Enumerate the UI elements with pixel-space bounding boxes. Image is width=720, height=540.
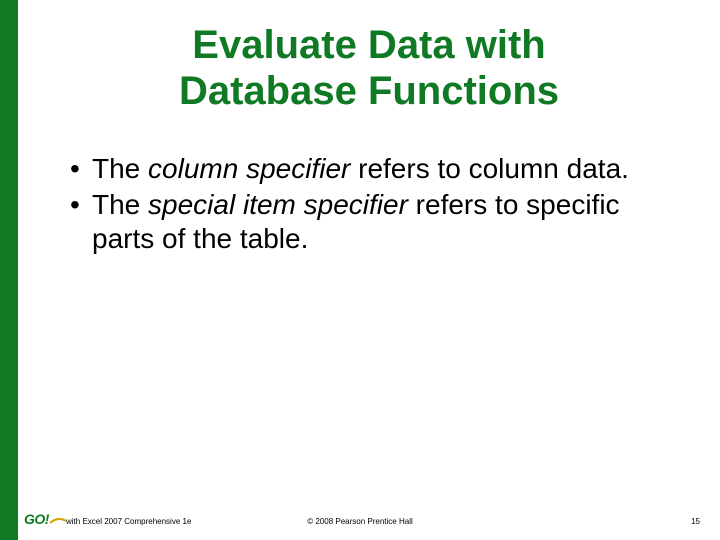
footer-copyright: © 2008 Pearson Prentice Hall <box>0 517 720 526</box>
title-line-2: Database Functions <box>179 69 559 113</box>
bullet-text-em: column specifier <box>148 153 350 184</box>
slide-title: Evaluate Data with Database Functions <box>58 22 680 114</box>
left-accent-bar <box>0 0 18 540</box>
bullet-text: The column specifier refers to column da… <box>92 152 680 186</box>
bullet-text-pre: The <box>92 153 148 184</box>
bullet-text-post: refers to column data. <box>350 153 629 184</box>
bullet-text-em: special item specifier <box>148 189 408 220</box>
bullet-dot-icon: • <box>66 152 92 186</box>
bullet-text-pre: The <box>92 189 148 220</box>
bullet-list: • The column specifier refers to column … <box>58 152 680 256</box>
list-item: • The column specifier refers to column … <box>66 152 680 186</box>
list-item: • The special item specifier refers to s… <box>66 188 680 256</box>
title-line-1: Evaluate Data with <box>192 23 545 67</box>
page-number: 15 <box>691 517 700 526</box>
bullet-text: The special item specifier refers to spe… <box>92 188 680 256</box>
slide-footer: GO! with Excel 2007 Comprehensive 1e © 2… <box>0 508 720 528</box>
slide-content: Evaluate Data with Database Functions • … <box>18 0 720 540</box>
bullet-dot-icon: • <box>66 188 92 256</box>
